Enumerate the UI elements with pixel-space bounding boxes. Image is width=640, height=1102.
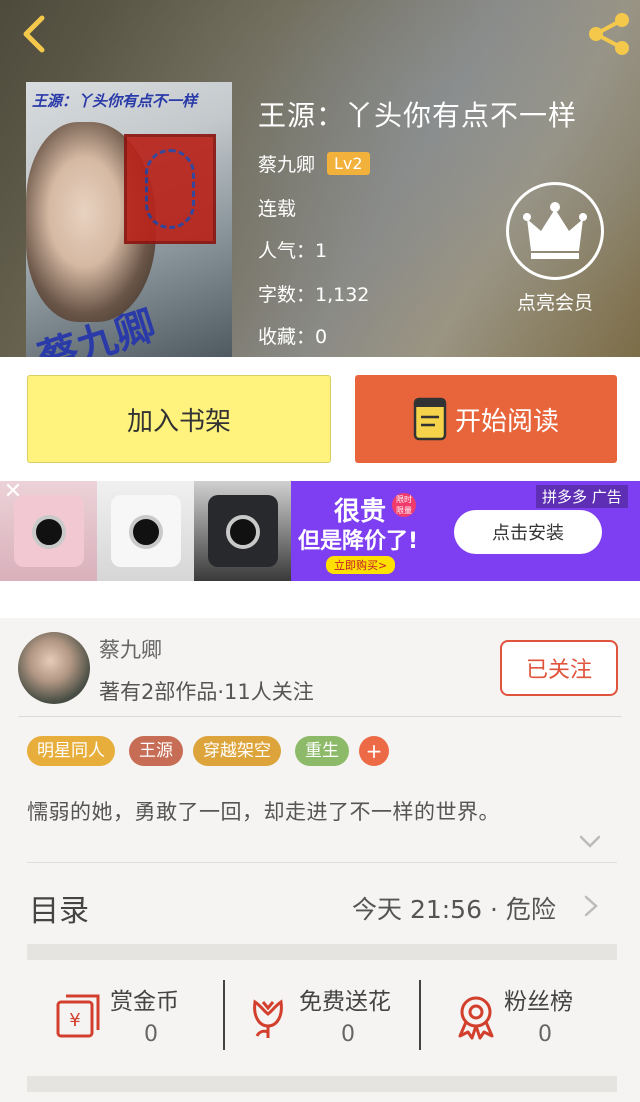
- stat-count: 0: [538, 1022, 552, 1047]
- back-icon[interactable]: [16, 12, 56, 56]
- section-separator: [27, 944, 617, 960]
- ad-camera-image: [97, 481, 194, 581]
- tag[interactable]: 王源: [129, 736, 183, 766]
- cover-seal: [124, 134, 216, 244]
- start-reading-button[interactable]: 开始阅读: [355, 375, 617, 463]
- author-card-meta: 著有2部作品·11人关注: [99, 680, 314, 704]
- ad-install-label: 点击安装: [492, 523, 564, 544]
- author-name[interactable]: 蔡九卿: [258, 150, 315, 177]
- cover-title: 王源：丫头你有点不一样: [32, 92, 198, 110]
- vip-label: 点亮会员: [516, 292, 593, 314]
- section-separator: [27, 1076, 617, 1092]
- add-to-shelf-label: 加入书架: [126, 406, 231, 437]
- ad-install-button[interactable]: 点击安装: [454, 510, 602, 554]
- book-detail-card: 蔡九卿 著有2部作品·11人关注 已关注 明星同人 王源 穿越架空 重生 + 懦…: [0, 618, 640, 1102]
- word-count-stat: 字数：1,132: [258, 284, 370, 306]
- crown-icon: [506, 182, 604, 280]
- flower-icon: [253, 999, 283, 1038]
- follow-label: 已关注: [525, 658, 592, 683]
- book-title: 王源：丫头你有点不一样: [258, 99, 578, 132]
- divider: [223, 980, 225, 1050]
- book-header: 王源：丫头你有点不一样 蔡九卿 王源：丫头你有点不一样 蔡九卿 Lv2 连载 人…: [0, 0, 640, 357]
- chevron-down-icon[interactable]: [578, 834, 602, 850]
- add-to-shelf-button[interactable]: 加入书架: [27, 375, 331, 463]
- chevron-right-icon[interactable]: [582, 894, 600, 918]
- toc-latest-chapter[interactable]: 今天 21:56 · 危险: [352, 890, 556, 926]
- ad-banner[interactable]: ✕ 拼多多 广告 很贵 限时 限量 但是降价了! 立即购买> 点击安装: [0, 481, 640, 581]
- level-badge: Lv2: [327, 152, 370, 175]
- medal-icon: [458, 996, 494, 1040]
- serial-status: 连载: [258, 198, 297, 220]
- svg-text:¥: ¥: [69, 1010, 80, 1031]
- red-envelope-icon: ¥: [56, 994, 100, 1038]
- add-tag-button[interactable]: +: [359, 736, 389, 766]
- tag[interactable]: 重生: [295, 736, 349, 766]
- favorites-stat: 收藏：0: [258, 326, 328, 348]
- vip-button[interactable]: 点亮会员: [506, 182, 604, 315]
- ad-source-label: 拼多多 广告: [536, 485, 628, 508]
- avatar[interactable]: [18, 632, 90, 704]
- start-reading-label: 开始阅读: [454, 406, 559, 437]
- ad-subline: 但是降价了!: [298, 529, 419, 554]
- stat-count: 0: [341, 1022, 355, 1047]
- follow-button[interactable]: 已关注: [500, 640, 618, 696]
- ad-close-icon[interactable]: ✕: [2, 481, 24, 503]
- reward-coins-button[interactable]: ¥ 赏金币 0: [54, 978, 224, 1054]
- book-icon: [413, 397, 447, 441]
- stat-count: 0: [144, 1022, 158, 1047]
- tag[interactable]: 穿越架空: [193, 736, 281, 766]
- book-cover[interactable]: 王源：丫头你有点不一样 蔡九卿: [26, 82, 232, 357]
- ad-camera-image: [194, 481, 291, 581]
- toc-label[interactable]: 目录: [29, 886, 89, 930]
- ad-buy-now[interactable]: 立即购买>: [326, 556, 396, 574]
- divider: [18, 716, 622, 717]
- book-info: 王源：丫头你有点不一样 蔡九卿 Lv2 连载 人气：1 字数：1,132 收藏：…: [258, 94, 578, 348]
- author-row[interactable]: 蔡九卿 Lv2: [258, 150, 370, 177]
- author-card-name[interactable]: 蔡九卿: [99, 634, 162, 664]
- send-flower-button[interactable]: 免费送花 0: [243, 978, 421, 1054]
- stat-name: 粉丝榜: [504, 989, 573, 1015]
- tag[interactable]: 明星同人: [27, 736, 115, 766]
- book-description: 懦弱的她，勇敢了一回，却走进了不一样的世界。: [27, 800, 500, 824]
- share-icon[interactable]: [584, 10, 634, 58]
- stat-name: 赏金币: [110, 989, 179, 1015]
- fan-ranking-button[interactable]: 粉丝榜 0: [452, 978, 622, 1054]
- stat-name: 免费送花: [299, 989, 391, 1015]
- popularity-stat: 人气：1: [258, 240, 328, 262]
- divider: [419, 980, 421, 1050]
- divider: [27, 862, 617, 863]
- ad-limited-badge: 限时 限量: [392, 493, 416, 517]
